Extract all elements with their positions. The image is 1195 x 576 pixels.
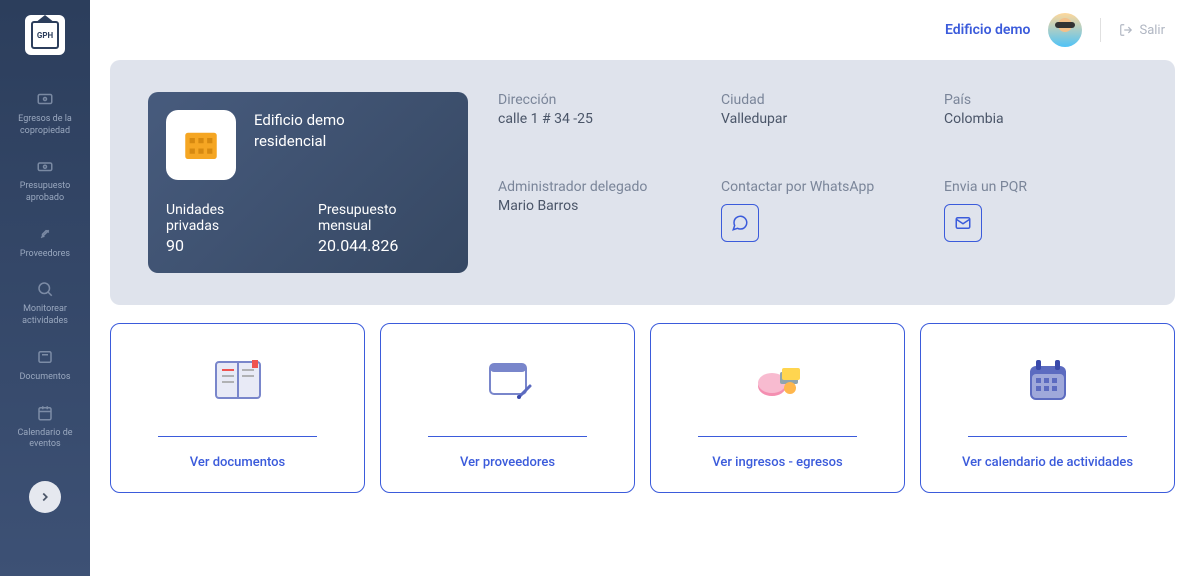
info-ciudad: Ciudad Valledupar	[721, 92, 914, 159]
chevron-right-icon	[38, 490, 52, 504]
building-summary-card: Edificio demo residencial Unidades priva…	[148, 92, 468, 273]
info-panel: Edificio demo residencial Unidades priva…	[110, 60, 1175, 305]
info-admin: Administrador delegado Mario Barros	[498, 179, 691, 274]
proveedores-icon	[36, 225, 54, 243]
divider	[1100, 18, 1101, 42]
calendar-large-icon	[1022, 354, 1074, 406]
search-icon	[36, 280, 54, 298]
pqr-button[interactable]	[944, 204, 982, 242]
logo[interactable]: GPH	[25, 15, 65, 55]
info-pais: País Colombia	[944, 92, 1137, 159]
nav-label: Presupuesto aprobado	[5, 181, 85, 204]
action-calendario[interactable]: Ver calendario de actividades	[920, 323, 1175, 493]
book-icon	[212, 354, 264, 406]
documentos-icon	[36, 348, 54, 366]
sidebar: GPH Egresos de la copropiedad Presupuest…	[0, 0, 90, 576]
presupuesto-icon	[36, 157, 54, 175]
money-icon	[752, 354, 804, 406]
notepad-icon	[482, 354, 534, 406]
nav-label: Documentos	[20, 372, 71, 384]
main-area: Edificio demo Salir Edificio demo reside…	[90, 0, 1195, 576]
budget-value: 20.044.826	[318, 236, 450, 255]
whatsapp-button[interactable]	[721, 204, 759, 242]
content: Edificio demo residencial Unidades priva…	[90, 60, 1195, 576]
action-label: Ver documentos	[190, 455, 285, 470]
units-label: Unidades privadas	[166, 202, 278, 234]
logout-icon	[1119, 23, 1133, 37]
sidebar-item-egresos[interactable]: Egresos de la copropiedad	[0, 80, 90, 147]
card-title: Edificio demo residencial	[254, 110, 345, 180]
expand-button[interactable]	[29, 481, 61, 513]
action-label: Ver calendario de actividades	[962, 455, 1133, 470]
info-whatsapp: Contactar por WhatsApp	[721, 179, 914, 274]
nav-label: Monitorear actividades	[5, 304, 85, 327]
action-label: Ver ingresos - egresos	[712, 455, 842, 470]
building-name[interactable]: Edificio demo	[945, 22, 1030, 38]
building-icon	[166, 110, 236, 180]
whatsapp-icon	[731, 214, 749, 232]
nav-label: Calendario de eventos	[5, 428, 85, 451]
action-ingresos[interactable]: Ver ingresos - egresos	[650, 323, 905, 493]
calendar-icon	[36, 404, 54, 422]
info-columns: Dirección calle 1 # 34 -25 Ciudad Valled…	[498, 92, 1137, 273]
info-direccion: Dirección calle 1 # 34 -25	[498, 92, 691, 159]
nav-label: Proveedores	[20, 249, 70, 261]
action-documentos[interactable]: Ver documentos	[110, 323, 365, 493]
sidebar-item-calendario[interactable]: Calendario de eventos	[0, 394, 90, 461]
info-pqr: Envia un PQR	[944, 179, 1137, 274]
action-proveedores[interactable]: Ver proveedores	[380, 323, 635, 493]
mail-icon	[954, 214, 972, 232]
topbar: Edificio demo Salir	[90, 0, 1195, 60]
sidebar-item-presupuesto[interactable]: Presupuesto aprobado	[0, 147, 90, 214]
action-cards: Ver documentos Ver proveedores Ver ingre…	[110, 323, 1175, 493]
nav-label: Egresos de la copropiedad	[5, 114, 85, 137]
sidebar-item-documentos[interactable]: Documentos	[0, 338, 90, 394]
units-value: 90	[166, 236, 278, 255]
avatar[interactable]	[1048, 13, 1082, 47]
logout-button[interactable]: Salir	[1119, 23, 1165, 38]
sidebar-item-proveedores[interactable]: Proveedores	[0, 215, 90, 271]
egresos-icon	[36, 90, 54, 108]
sidebar-item-monitorear[interactable]: Monitorear actividades	[0, 270, 90, 337]
budget-label: Presupuesto mensual	[318, 202, 450, 234]
logout-label: Salir	[1139, 23, 1165, 38]
action-label: Ver proveedores	[460, 455, 555, 470]
